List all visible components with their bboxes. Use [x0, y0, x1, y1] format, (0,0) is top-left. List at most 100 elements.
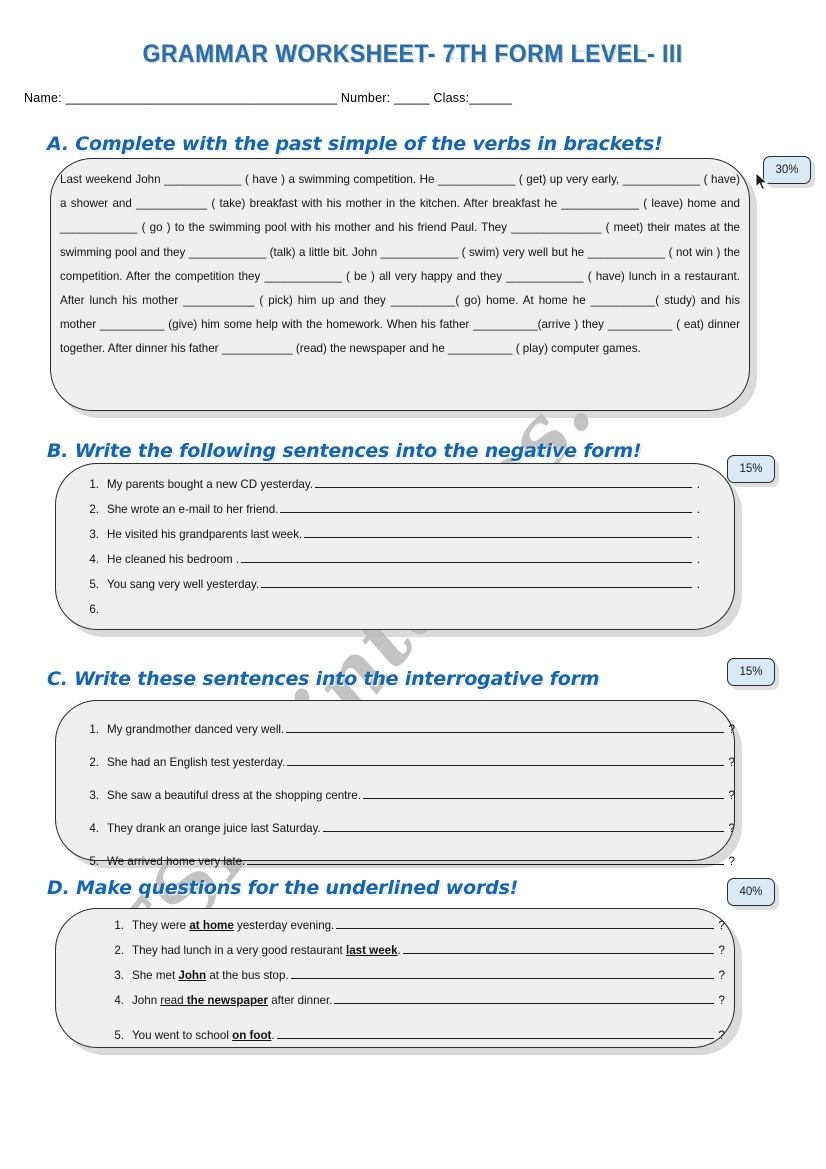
list-item-terminator: ? [718, 994, 725, 1007]
list-item-number: 4. [114, 994, 124, 1007]
list-item: 2. She had an English test yesterday.? [85, 746, 735, 779]
list-item-text: She had an English test yesterday. [107, 756, 286, 769]
list-item-terminator: ? [728, 855, 735, 868]
list-item-text: He cleaned his bedroom . [107, 553, 240, 566]
list-item: 3. She saw a beautiful dress at the shopp… [85, 779, 735, 812]
answer-blank-line[interactable] [322, 820, 724, 832]
answer-blank-line[interactable] [247, 853, 724, 865]
list-item: 4. They drank an orange juice last Saturd… [85, 812, 735, 845]
list-item-number: 1. [89, 723, 99, 736]
list-item-number: 1. [89, 478, 99, 491]
section-c-percent-badge: 15% [727, 658, 775, 686]
answer-blank-line[interactable] [290, 967, 714, 979]
list-item-terminator: . [696, 503, 700, 516]
answer-blank-line[interactable] [362, 787, 724, 799]
answer-blank-line[interactable] [286, 721, 724, 733]
list-item-number: 5. [89, 855, 99, 868]
list-item: 6. [85, 597, 700, 622]
answer-blank-line[interactable] [241, 551, 692, 563]
section-c-heading: C. Write these sentences into the interr… [47, 668, 600, 690]
list-item: 4. He cleaned his bedroom .. [85, 547, 700, 572]
list-item-terminator: ? [728, 789, 735, 802]
underlined-target-words: last week [345, 944, 398, 957]
answer-blank-line[interactable] [276, 1027, 714, 1039]
section-b-exercise-list: 1. My parents bought a new CD yesterday..… [85, 472, 700, 622]
list-item-text: She wrote an e-mail to her friend. [107, 503, 279, 516]
answer-blank-line[interactable] [287, 754, 724, 766]
list-item: 1. They were at home yesterday evening.? [110, 913, 725, 938]
section-b-heading: B. Write the following sentences into th… [47, 440, 642, 462]
list-item-number: 6. [89, 603, 99, 616]
list-item-terminator: . [696, 528, 700, 541]
section-a-percent-badge: 30% [763, 156, 811, 184]
page-title: GRAMMAR WORKSHEET- 7TH FORM LEVEL- III [142, 40, 684, 68]
student-info-line: Name: __________________________________… [24, 91, 513, 105]
section-d-percent-badge: 40% [727, 878, 775, 906]
list-item: 5. You sang very well yesterday.. [85, 572, 700, 597]
section-a-paragraph: Last weekend John ____________ ( have ) … [60, 173, 740, 356]
list-item-terminator: ? [718, 969, 725, 982]
list-item-terminator: . [696, 578, 700, 591]
list-item-number: 3. [114, 969, 124, 982]
list-item-number: 3. [89, 789, 99, 802]
list-item-text: They drank an orange juice last Saturday… [107, 822, 321, 835]
section-c-exercise-list: 1. My grandmother danced very well.? 2. She… [85, 713, 735, 878]
list-item: 1. My grandmother danced very well.? [85, 713, 735, 746]
list-item-terminator: ? [728, 822, 735, 835]
list-item: 3. She met John at the bus stop.? [110, 963, 725, 988]
list-item-number: 1. [114, 919, 124, 932]
underlined-target-words: at home [189, 919, 234, 932]
underlined-word: read [160, 994, 187, 1007]
list-item-text: She met John at the bus stop. [132, 969, 289, 982]
list-item-terminator: . [696, 478, 700, 491]
list-item-text: My grandmother danced very well. [107, 723, 285, 736]
list-item-text: You sang very well yesterday. [107, 578, 260, 591]
answer-blank-line[interactable] [315, 476, 692, 488]
list-item-terminator: ? [728, 756, 735, 769]
list-item-text: He visited his grandparents last week. [107, 528, 303, 541]
page-title-wrap: GRAMMAR WORKSHEET- 7TH FORM LEVEL- III [0, 40, 826, 69]
section-a-heading: A. Complete with the past simple of the … [47, 133, 663, 155]
list-item-text: We arrived home very late. [107, 855, 246, 868]
answer-blank-line[interactable] [304, 526, 692, 538]
section-d-exercise-list: 1. They were at home yesterday evening.? 2… [110, 913, 725, 1048]
list-item: 5. You went to school on foot.? [110, 1023, 725, 1048]
list-item-text: You went to school on foot. [132, 1029, 275, 1042]
list-item-text: She saw a beautiful dress at the shoppin… [107, 789, 361, 802]
list-item-terminator: . [696, 553, 700, 566]
list-item: 5. We arrived home very late.? [85, 845, 735, 878]
list-item-text: My parents bought a new CD yesterday. [107, 478, 313, 491]
list-item: 1. My parents bought a new CD yesterday.. [85, 472, 700, 497]
list-item-terminator: ? [718, 944, 725, 957]
underlined-target-words: John [178, 969, 207, 982]
list-item-text: They had lunch in a very good restaurant… [132, 944, 401, 957]
list-item: 3. He visited his grandparents last week.… [85, 522, 700, 547]
section-b-percent-badge: 15% [727, 455, 775, 483]
list-item-number: 4. [89, 822, 99, 835]
list-item-text: John read the newspaper after dinner. [132, 994, 333, 1007]
list-item-number: 4. [89, 553, 99, 566]
list-item-number: 5. [89, 578, 99, 591]
worksheet-page: ESLprintables.com GRAMMAR WORKSHEET- 7TH… [0, 0, 826, 1169]
section-d-heading: D. Make questions for the underlined wor… [47, 877, 519, 899]
list-item-terminator: ? [718, 919, 725, 932]
answer-blank-line[interactable] [280, 501, 692, 513]
list-item-number: 2. [89, 503, 99, 516]
answer-blank-line[interactable] [261, 576, 692, 588]
answer-blank-line[interactable] [336, 917, 714, 929]
underlined-target-words: the newspaper [186, 994, 268, 1007]
list-item-terminator: ? [728, 723, 735, 736]
list-item-text: They were at home yesterday evening. [132, 919, 335, 932]
list-item-number: 2. [114, 944, 124, 957]
list-item: 2. She wrote an e-mail to her friend.. [85, 497, 700, 522]
answer-blank-line[interactable] [334, 992, 714, 1004]
list-item: 2. They had lunch in a very good restaura… [110, 938, 725, 963]
list-item-number: 3. [89, 528, 99, 541]
underlined-target-words: on foot [232, 1029, 272, 1042]
list-item-number: 2. [89, 756, 99, 769]
list-item-number: 5. [114, 1029, 124, 1042]
list-item: 4. John read the newspaper after dinner.? [110, 988, 725, 1013]
answer-blank-line[interactable] [402, 942, 714, 954]
mouse-cursor-icon [755, 172, 769, 191]
list-item-terminator: ? [718, 1029, 725, 1042]
